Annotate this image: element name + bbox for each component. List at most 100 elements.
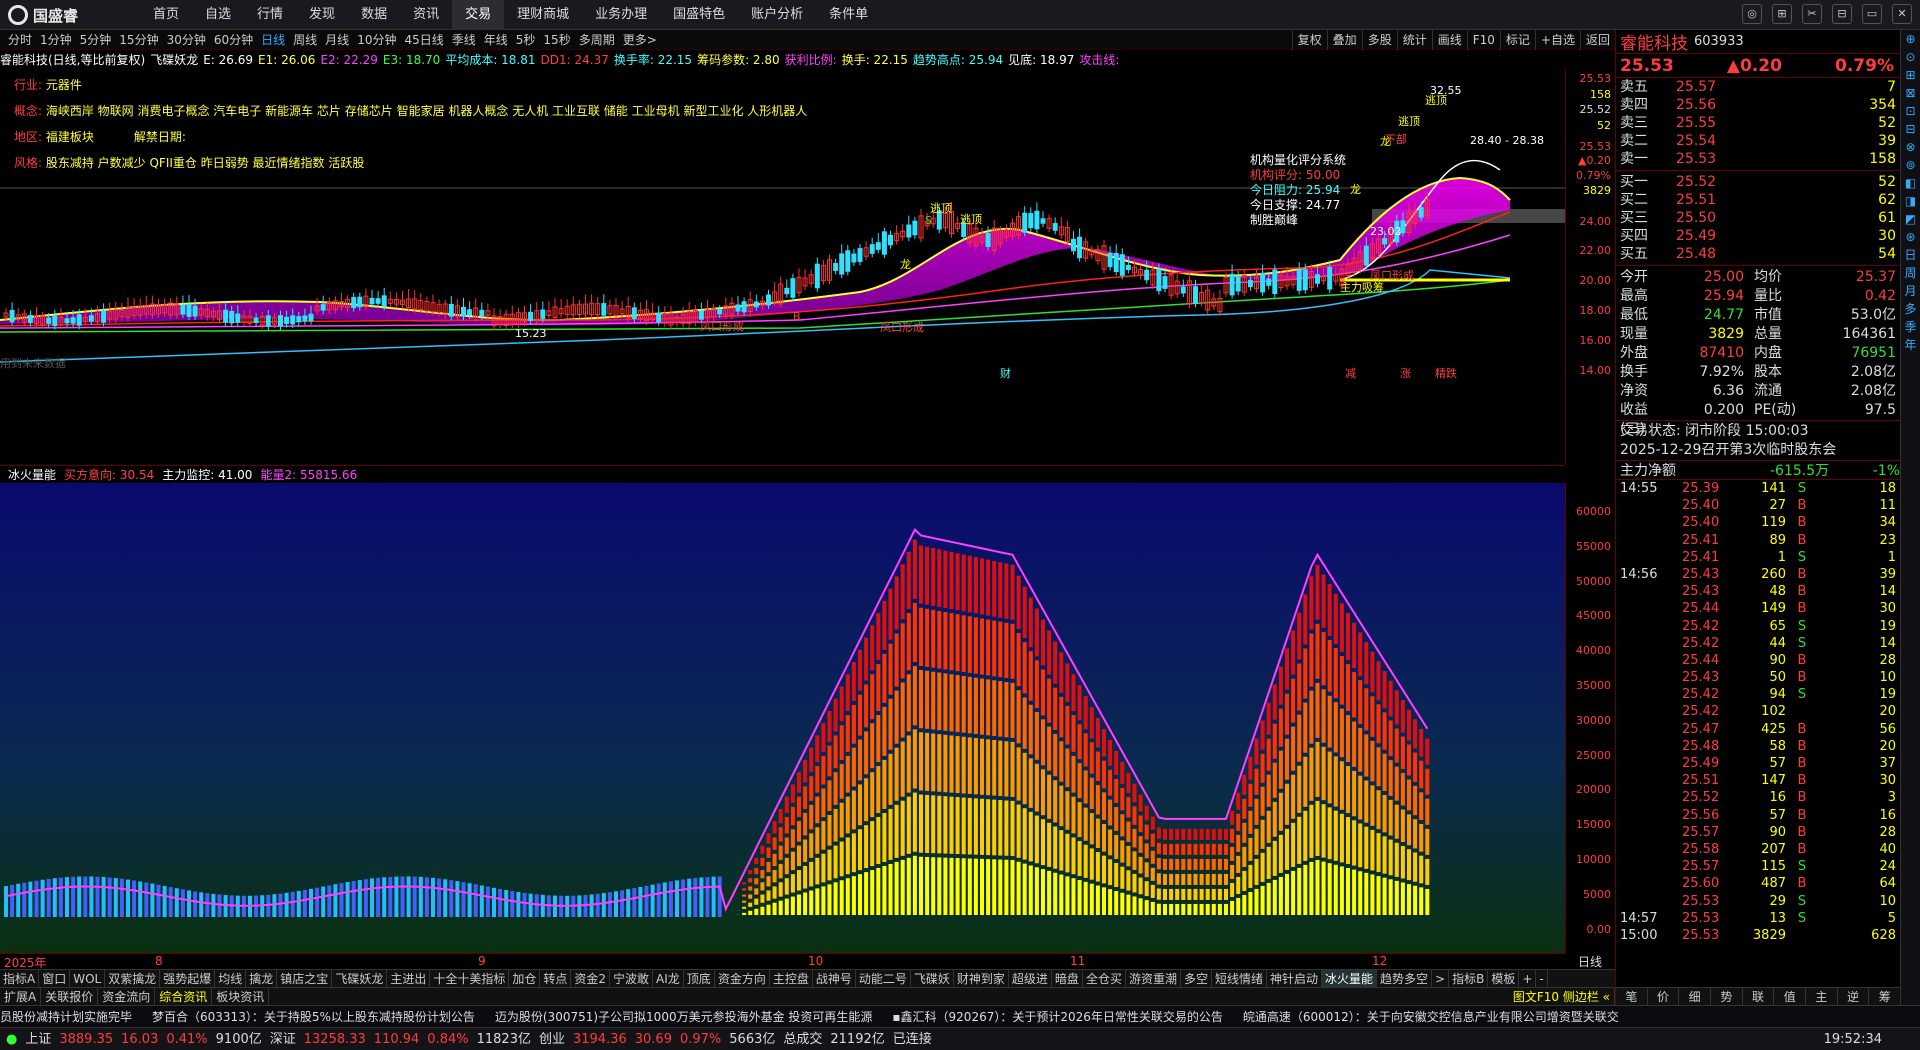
side-tool-icon[interactable]: ⊛ <box>1901 228 1920 246</box>
indicator-tab[interactable]: 超级进 <box>1009 970 1052 987</box>
side-tool-icon[interactable]: ◧ <box>1901 174 1920 192</box>
chart-tool-button[interactable]: +自选 <box>1534 30 1580 50</box>
ask-row[interactable]: 卖四 25.56 354 <box>1616 96 1900 114</box>
window-control-icon[interactable]: ⊞ <box>1772 4 1792 24</box>
side-tool-icon[interactable]: 日 <box>1901 246 1920 264</box>
period-tab[interactable]: 15分钟 <box>115 30 162 50</box>
nav-item[interactable]: 自选 <box>192 0 244 30</box>
side-tool-icon[interactable]: ◨ <box>1901 192 1920 210</box>
side-tool-icon[interactable]: 多 <box>1901 300 1920 318</box>
indicator-tab[interactable]: 指标A <box>0 970 40 987</box>
period-tab[interactable]: 月线 <box>321 30 353 50</box>
chart-tool-button[interactable]: 多股 <box>1361 30 1397 50</box>
indicator-tab[interactable]: 主控盘 <box>770 970 813 987</box>
side-tool-icon[interactable]: ⊞ <box>1901 66 1920 84</box>
tick-list[interactable]: 14:55 25.39 141 S 18 25.40 27 B 11 25.40 119 B 34 25.… <box>1616 480 1900 944</box>
period-tab[interactable]: 周线 <box>289 30 321 50</box>
nav-item[interactable]: 发现 <box>296 0 348 30</box>
chart-tool-button[interactable]: 统计 <box>1396 30 1432 50</box>
nav-item[interactable]: 账户分析 <box>738 0 816 30</box>
indicator-tab[interactable]: 动能二号 <box>856 970 911 987</box>
side-tool-icon[interactable]: ⊟ <box>1901 120 1920 138</box>
nav-item[interactable]: 行情 <box>244 0 296 30</box>
period-tab[interactable]: 多周期 <box>575 30 619 50</box>
indicator-tab[interactable]: 资金方向 <box>715 970 770 987</box>
news-item[interactable]: 迈为股份(300751)子公司拟1000万美元参投海外基金 投资可再生能源 <box>495 1010 873 1024</box>
side-tool-icon[interactable]: ⊠ <box>1901 84 1920 102</box>
quote-tab[interactable]: 值 <box>1774 988 1807 1005</box>
indicator-tab[interactable]: 多空 <box>1181 970 1212 987</box>
chart-tool-button[interactable]: 叠加 <box>1326 30 1362 50</box>
side-tool-icon[interactable]: ⊙ <box>1901 48 1920 66</box>
indicator-tab[interactable]: 强势起爆 <box>160 970 216 987</box>
indicator-tab[interactable]: 加仓 <box>509 970 541 987</box>
indicator-tab[interactable]: 擒龙 <box>246 970 278 987</box>
chart-tool-button[interactable]: 复权 <box>1291 30 1327 50</box>
indicator-tab[interactable]: 趋势多空 <box>1377 970 1433 987</box>
side-tool-icon[interactable]: 季 <box>1901 318 1920 336</box>
window-control-icon[interactable]: ▭ <box>1862 4 1882 24</box>
nav-item[interactable]: 交易 <box>452 0 505 30</box>
news-item[interactable]: ▪鑫汇科（920267）：关于预计2026年日常性关联交易的公告 <box>892 1010 1222 1024</box>
window-control-icon[interactable]: ◎ <box>1742 4 1762 24</box>
quote-tab[interactable]: 主 <box>1806 988 1838 1005</box>
indicator-tab[interactable]: 十全十美指标 <box>430 970 510 987</box>
period-tab[interactable]: 10分钟 <box>353 30 400 50</box>
bid-row[interactable]: 买五 25.48 54 <box>1616 245 1900 263</box>
ask-row[interactable]: 卖三 25.55 52 <box>1616 114 1900 132</box>
period-tab[interactable]: 1分钟 <box>36 30 76 50</box>
indicator-tab[interactable]: 短线情绪 <box>1212 970 1267 987</box>
period-tab[interactable]: 30分钟 <box>163 30 210 50</box>
ask-row[interactable]: 卖五 25.57 7 <box>1616 78 1900 96</box>
extension-tab[interactable]: 扩展A <box>0 988 42 1005</box>
ask-row[interactable]: 卖一 25.53 158 <box>1616 150 1900 168</box>
period-tab[interactable]: 5分钟 <box>76 30 116 50</box>
bid-row[interactable]: 买一 25.52 52 <box>1616 173 1900 191</box>
indicator-tab[interactable]: 游资重潮 <box>1126 970 1181 987</box>
quote-tab[interactable]: 细 <box>1679 988 1712 1005</box>
period-tab[interactable]: 年线 <box>480 30 512 50</box>
day-line-button[interactable]: 日线 <box>1565 953 1615 969</box>
period-tab[interactable]: 60分钟 <box>210 30 257 50</box>
indicator-tab[interactable]: 指标B <box>1449 970 1489 987</box>
nav-item[interactable]: 首页 <box>140 0 192 30</box>
indicator-tab[interactable]: - <box>1536 970 1548 987</box>
ask-row[interactable]: 卖二 25.54 39 <box>1616 132 1900 150</box>
indicator-tab[interactable]: 飞碟妖 <box>911 970 954 987</box>
quote-tab[interactable]: 笔 <box>1616 988 1648 1005</box>
indicator-tab[interactable]: > <box>1432 970 1450 987</box>
indicator-tab[interactable]: AI龙 <box>653 970 684 987</box>
side-tool-icon[interactable]: ◩ <box>1901 210 1920 228</box>
indicator-tab[interactable]: 资金2 <box>571 970 611 987</box>
quote-tab[interactable]: 筹 <box>1869 988 1902 1005</box>
indicator-tab[interactable]: 主进出 <box>387 970 431 987</box>
extension-tab[interactable]: 资金流向 <box>98 988 156 1005</box>
indicator-tab[interactable]: 财神到家 <box>954 970 1009 987</box>
side-tool-icon[interactable]: ⊚ <box>1901 156 1920 174</box>
indicator-tab[interactable]: 宁波敢 <box>610 970 654 987</box>
indicator-tab[interactable]: 顶底 <box>684 970 715 987</box>
chart-tool-button[interactable]: 画线 <box>1431 30 1467 50</box>
window-control-icon[interactable]: ✂ <box>1802 4 1822 24</box>
indicator-tab[interactable]: 双紫擒龙 <box>105 970 161 987</box>
indicator-tab[interactable]: 飞碟妖龙 <box>332 970 388 987</box>
indicator-tab[interactable]: 全仓买 <box>1083 970 1126 987</box>
period-tab[interactable]: 5秒 <box>512 30 540 50</box>
side-tool-icon[interactable]: ⊡ <box>1901 102 1920 120</box>
indicator-tab[interactable]: 均线 <box>215 970 247 987</box>
bid-row[interactable]: 买二 25.51 62 <box>1616 191 1900 209</box>
quote-tab[interactable]: 价 <box>1648 988 1680 1005</box>
bid-row[interactable]: 买三 25.50 61 <box>1616 209 1900 227</box>
extension-tab[interactable]: 板块资讯 <box>212 988 270 1005</box>
indicator-tab[interactable]: 模板 <box>1488 970 1520 987</box>
indicator-tab[interactable]: 窗口 <box>39 970 71 987</box>
nav-item[interactable]: 数据 <box>348 0 400 30</box>
indicator-tab[interactable]: 镇店之宝 <box>277 970 333 987</box>
nav-item[interactable]: 业务办理 <box>582 0 660 30</box>
f10-sidebar-toggle[interactable]: 图文F10 侧边栏 « <box>1509 988 1615 1005</box>
nav-item[interactable]: 国盛特色 <box>660 0 738 30</box>
chart-tool-button[interactable]: F10 <box>1466 30 1500 50</box>
chart-tool-button[interactable]: 返回 <box>1579 30 1615 50</box>
side-tool-icon[interactable]: 月 <box>1901 282 1920 300</box>
news-item[interactable]: 员股份减持计划实施完毕 <box>0 1010 132 1024</box>
